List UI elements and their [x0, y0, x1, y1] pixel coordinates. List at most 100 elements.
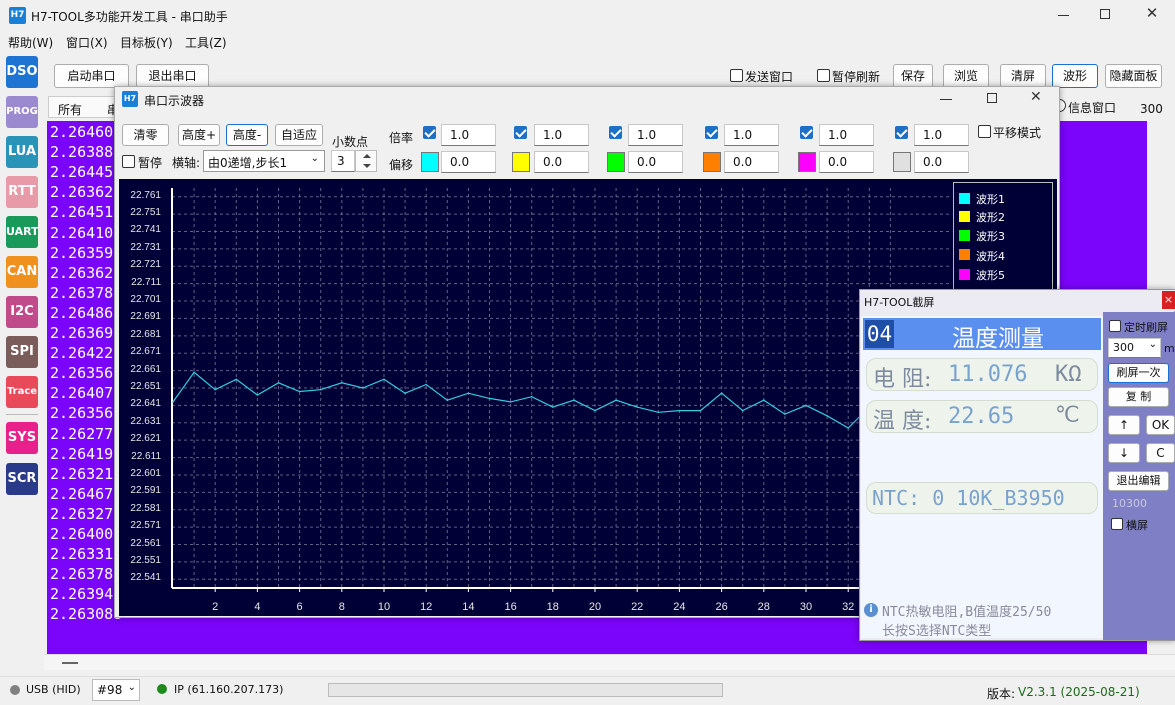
data-point [235, 378, 238, 381]
lcd-heading: 温度测量 [952, 326, 1044, 352]
data-point [552, 406, 554, 408]
x-tick-label: 8 [338, 601, 345, 613]
landscape-checkbox[interactable] [1111, 518, 1123, 530]
down-button[interactable]: ↓ [1108, 443, 1140, 463]
x-tick-label: 30 [799, 601, 813, 613]
legend-swatch-4 [959, 249, 970, 260]
x-tick-label: 32 [842, 601, 855, 613]
temperature-value: 22.65 [948, 404, 1015, 429]
port-value: #98 [97, 683, 123, 697]
y-tick-label: 22.741 [130, 224, 161, 236]
data-point [383, 378, 385, 381]
refresh-once-button[interactable]: 刷屏一次 [1108, 363, 1169, 383]
legend-label-4: 波形4 [976, 250, 1005, 263]
interval-unit: m [1164, 342, 1175, 355]
temperature-label: 温 度: [873, 409, 932, 434]
up-button[interactable]: ↑ [1108, 415, 1140, 435]
screenshot-title: H7-TOOL截屏 [864, 296, 935, 309]
y-tick-label: 22.731 [130, 241, 161, 253]
y-tick-label: 22.561 [130, 537, 161, 549]
info-icon: i [864, 603, 878, 617]
data-point [404, 392, 406, 395]
screenshot-close-icon[interactable]: × [1162, 291, 1175, 309]
data-point [425, 383, 428, 386]
progress-bar [328, 683, 723, 697]
y-tick-label: 22.671 [130, 346, 161, 358]
legend-label-2: 波形2 [976, 211, 1005, 224]
data-point [341, 382, 343, 384]
lcd-hint-2: 长按S选择NTC类型 [882, 624, 992, 639]
data-point [193, 371, 195, 374]
data-point [362, 387, 364, 389]
y-tick-label: 22.541 [130, 572, 161, 584]
x-tick-label: 10 [377, 601, 391, 613]
legend-swatch-5 [959, 269, 970, 280]
data-point [805, 404, 807, 407]
temperature-unit: ℃ [1055, 403, 1080, 428]
x-tick-label: 22 [631, 601, 644, 613]
ip-label: IP (61.160.207.173) [174, 683, 284, 696]
x-tick-label: 16 [504, 601, 517, 613]
ok-button[interactable]: OK [1146, 415, 1175, 435]
x-tick-label: 20 [588, 601, 602, 613]
resistance-label: 电 阻: [873, 367, 932, 392]
legend-swatch-2 [959, 211, 970, 222]
y-tick-label: 22.661 [130, 363, 161, 375]
lcd-hint-1: NTC热敏电阻,B值温度25/50 [882, 605, 1052, 620]
data-point [763, 399, 765, 402]
legend-swatch-3 [959, 230, 970, 241]
y-tick-label: 22.571 [130, 520, 161, 532]
code-value: 10300 [1112, 497, 1147, 510]
version-value: V2.3.1 (2025-08-21) [1018, 685, 1140, 699]
port-select[interactable]: #98 ⌄ [92, 679, 140, 701]
data-point [319, 388, 322, 391]
data-point [615, 399, 617, 402]
data-point [467, 392, 470, 395]
x-tick-label: 14 [462, 601, 475, 613]
x-tick-label: 24 [673, 601, 686, 613]
data-point [509, 401, 512, 403]
x-tick-label: 2 [212, 601, 219, 613]
legend-swatch-1 [959, 193, 970, 204]
y-tick-label: 22.601 [130, 467, 161, 479]
ip-status-icon [157, 684, 167, 694]
data-point [678, 409, 681, 412]
copy-button[interactable]: 复 制 [1108, 387, 1169, 407]
x-tick-label: 6 [296, 601, 303, 613]
y-tick-label: 22.751 [130, 207, 161, 219]
x-tick-label: 26 [715, 601, 728, 613]
y-tick-label: 22.691 [130, 311, 161, 323]
y-tick-label: 22.761 [130, 189, 161, 201]
legend-label-1: 波形1 [976, 193, 1005, 206]
resistance-value: 11.076 [948, 362, 1028, 387]
y-tick-label: 22.621 [130, 433, 161, 445]
data-point [214, 388, 216, 391]
landscape-label: 横屏 [1126, 519, 1148, 532]
y-tick-label: 22.631 [130, 415, 161, 427]
data-point [784, 413, 786, 415]
x-tick-label: 28 [757, 601, 770, 613]
data-point [720, 392, 723, 395]
data-point [636, 406, 638, 408]
data-point [172, 401, 174, 403]
usb-status-icon [10, 685, 20, 695]
y-tick-label: 22.711 [131, 276, 161, 288]
y-tick-label: 22.721 [130, 259, 161, 271]
data-point [573, 399, 575, 402]
legend-label-3: 波形3 [976, 230, 1005, 243]
chevron-down-icon: ⌄ [127, 682, 136, 693]
refresh-interval-value: 300 [1113, 341, 1134, 354]
usb-label: USB (HID) [26, 683, 81, 696]
timed-refresh-checkbox[interactable] [1109, 320, 1121, 332]
data-point [847, 427, 849, 429]
data-point [488, 397, 491, 400]
y-tick-label: 22.581 [130, 502, 161, 514]
data-point [594, 409, 596, 412]
exit-edit-button[interactable]: 退出编辑 [1108, 471, 1169, 491]
y-tick-label: 22.701 [130, 294, 161, 306]
chevron-down-icon: ⌄ [1148, 339, 1157, 350]
y-tick-label: 22.651 [130, 381, 161, 392]
refresh-interval-select[interactable]: 300 ⌄ [1108, 338, 1161, 358]
ntc-type: NTC: 0 10K_B3950 [872, 486, 1065, 510]
c-button[interactable]: C [1146, 443, 1175, 463]
